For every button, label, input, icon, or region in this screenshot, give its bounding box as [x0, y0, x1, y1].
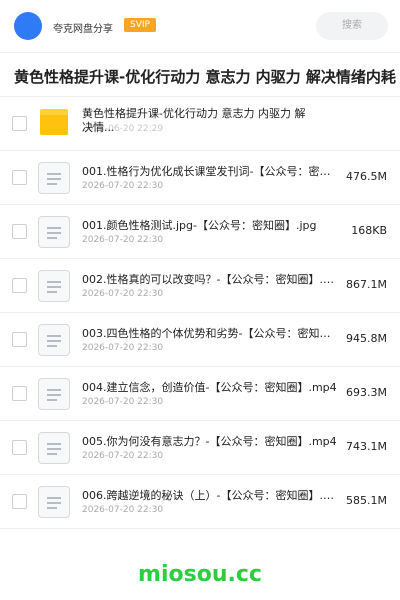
select-checkbox[interactable]: [12, 278, 27, 293]
share-owner-name: 夸克网盘分享: [53, 24, 113, 35]
document-icon: [38, 486, 70, 518]
select-checkbox[interactable]: [12, 386, 27, 401]
item-name[interactable]: 001.性格行为优化成长课堂发刊词-【公众号：密知圈】.mp4: [82, 163, 340, 179]
list-item[interactable]: 002.性格真的可以改变吗？-【公众号：密知圈】.mp4 2026-07-20 …: [0, 259, 400, 313]
document-icon: [38, 270, 70, 302]
list-item[interactable]: 006.跨越逆境的秘诀（上）-【公众号：密知圈】.mp4 2026-07-20 …: [0, 475, 400, 529]
item-date: 2026-07-20 22:30: [82, 343, 164, 353]
list-item[interactable]: 003.四色性格的个体优势和劣势-【公众号：密知圈】.mp4 2026-07-2…: [0, 313, 400, 367]
select-checkbox[interactable]: [12, 224, 27, 239]
item-name[interactable]: 003.四色性格的个体优势和劣势-【公众号：密知圈】.mp4: [82, 325, 340, 341]
document-icon: [38, 324, 70, 356]
item-name[interactable]: 004.建立信念，创造价值-【公众号：密知圈】.mp4: [82, 379, 340, 395]
svip-badge: SVIP: [124, 18, 156, 32]
item-date: 2026-07-20 22:30: [82, 505, 164, 515]
item-size: 945.8M: [346, 332, 387, 345]
item-date: 2026-07-20 22:30: [82, 451, 164, 461]
item-date: 2026-07-20 22:30: [82, 397, 164, 407]
watermark: miosou.cc: [138, 562, 262, 587]
item-size: 693.3M: [346, 386, 387, 399]
select-checkbox[interactable]: [12, 116, 27, 131]
item-date: 2026-07-20 22:30: [82, 289, 164, 299]
item-size: 743.1M: [346, 440, 387, 453]
list-item-folder[interactable]: 2024-06-20 22:29 黄色性格提升课-优化行动力 意志力 内驱力 解…: [0, 97, 400, 151]
search-input[interactable]: 搜索: [316, 12, 388, 40]
list-item[interactable]: 005.你为何没有意志力？-【公众号：密知圈】.mp4 2026-07-20 2…: [0, 421, 400, 475]
list-item[interactable]: 004.建立信念，创造价值-【公众号：密知圈】.mp4 2026-07-20 2…: [0, 367, 400, 421]
avatar[interactable]: [14, 12, 42, 40]
item-name[interactable]: 001.颜色性格测试.jpg-【公众号：密知圈】.jpg: [82, 217, 340, 233]
item-name[interactable]: 黄色性格提升课-优化行动力 意志力 内驱力 解决情...: [82, 107, 312, 135]
select-checkbox[interactable]: [12, 170, 27, 185]
item-date: 2026-07-20 22:30: [82, 181, 164, 191]
document-icon: [38, 162, 70, 194]
select-checkbox[interactable]: [12, 440, 27, 455]
list-item[interactable]: 001.颜色性格测试.jpg-【公众号：密知圈】.jpg 2026-07-20 …: [0, 205, 400, 259]
item-size: 476.5M: [346, 170, 387, 183]
item-size: 867.1M: [346, 278, 387, 291]
item-name[interactable]: 006.跨越逆境的秘诀（上）-【公众号：密知圈】.mp4: [82, 487, 340, 503]
top-bar: 夸克网盘分享 SVIP 搜索: [0, 0, 400, 53]
item-size: 168KB: [351, 224, 387, 237]
folder-icon: [40, 109, 68, 135]
select-checkbox[interactable]: [12, 332, 27, 347]
select-checkbox[interactable]: [12, 494, 27, 509]
list-item[interactable]: 001.性格行为优化成长课堂发刊词-【公众号：密知圈】.mp4 2026-07-…: [0, 151, 400, 205]
item-size: 585.1M: [346, 494, 387, 507]
document-icon: [38, 432, 70, 464]
item-date: 2026-07-20 22:30: [82, 235, 164, 245]
item-name[interactable]: 002.性格真的可以改变吗？-【公众号：密知圈】.mp4: [82, 271, 340, 287]
file-list: 2024-06-20 22:29 黄色性格提升课-优化行动力 意志力 内驱力 解…: [0, 97, 400, 529]
document-icon: [38, 378, 70, 410]
item-name[interactable]: 005.你为何没有意志力？-【公众号：密知圈】.mp4: [82, 433, 340, 449]
page-title: 黄色性格提升课-优化行动力 意志力 内驱力 解决情绪内耗 找: [14, 68, 400, 86]
document-icon: [38, 216, 70, 248]
